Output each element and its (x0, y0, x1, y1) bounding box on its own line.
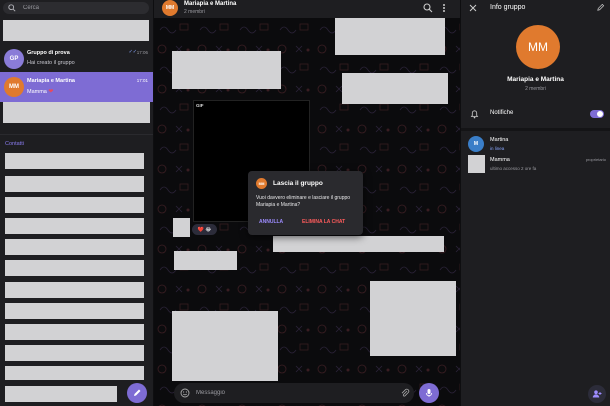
emoji-icon[interactable] (180, 388, 190, 398)
redacted-contact[interactable] (5, 324, 144, 340)
avatar: MM (256, 178, 267, 189)
search-icon (8, 4, 16, 12)
divider (0, 134, 153, 135)
avatar (468, 155, 485, 173)
member-role: proprietario (585, 157, 606, 162)
redacted-contact[interactable] (5, 303, 144, 319)
search-input[interactable] (23, 3, 143, 13)
close-icon[interactable] (469, 4, 477, 12)
member-item[interactable]: Mamma proprietario ultimo accesso 2 ore … (461, 154, 610, 174)
member-item[interactable]: M Martina in linea (461, 134, 610, 154)
chat-preview: Mamma ❤ (27, 88, 53, 95)
redacted-message[interactable] (370, 281, 456, 356)
redacted-message[interactable] (335, 16, 445, 55)
heart-emoji-icon: ❤ (48, 89, 54, 95)
dialog-message: Vuoi davvero eliminare e lasciare il gru… (256, 195, 351, 208)
chat-preview-text: Mamma (27, 89, 47, 95)
redacted-contact[interactable] (5, 386, 117, 402)
reaction-emojis: ❤️ 😂 (197, 226, 212, 233)
member-status: in linea (490, 146, 505, 151)
edit-pencil-icon[interactable] (596, 3, 605, 12)
member-name: Mamma (490, 157, 510, 163)
redacted-contact[interactable] (5, 366, 144, 380)
chat-header[interactable]: MM Mariapia e Martina 2 membri (154, 0, 460, 18)
message-input[interactable] (196, 387, 376, 399)
chat-list-sidebar: GP Gruppo di prova ✓✓ 17:06 Hai creato i… (0, 0, 153, 406)
redacted-contact[interactable] (5, 239, 144, 255)
member-name: Martina (490, 137, 509, 143)
avatar[interactable]: MM (162, 0, 178, 16)
avatar: GP (4, 49, 24, 69)
cancel-button[interactable]: ANNULLA (259, 219, 283, 225)
chat-name: Gruppo di prova (27, 50, 70, 56)
avatar: MM (4, 77, 24, 97)
redacted-message[interactable] (172, 311, 278, 381)
chat-title: Mariapia e Martina (184, 1, 237, 7)
info-topbar: Info gruppo (461, 0, 610, 16)
add-user-icon (592, 390, 602, 398)
chat-item-mariapia-e-martina[interactable]: MM Mariapia e Martina 17:01 Mamma ❤ (0, 72, 153, 102)
redacted-contact[interactable] (5, 153, 144, 169)
redacted-contact[interactable] (5, 345, 144, 361)
chat-name: Mariapia e Martina (27, 78, 75, 84)
voice-message-button[interactable] (419, 383, 439, 403)
notifications-row[interactable]: Notifiche (461, 104, 610, 124)
group-info-panel: Info gruppo MM Mariapia e Martina 2 memb… (461, 0, 610, 406)
redacted-message[interactable] (342, 73, 448, 104)
redacted-contact[interactable] (5, 218, 144, 234)
chat-item-gruppo-di-prova[interactable]: GP Gruppo di prova ✓✓ 17:06 Hai creato i… (0, 44, 153, 74)
notifications-label: Notifiche (490, 110, 514, 116)
redacted-message[interactable] (173, 218, 190, 237)
member-status: ultimo accesso 2 ore fa (490, 166, 537, 171)
contacts-section-label: Contatti (5, 141, 24, 147)
redacted-chat-item[interactable] (3, 102, 150, 123)
double-check-icon: ✓✓ (128, 49, 137, 55)
redacted-message[interactable] (174, 251, 237, 270)
group-avatar[interactable]: MM (516, 25, 560, 69)
redacted-message[interactable] (172, 51, 281, 89)
redacted-contact[interactable] (5, 282, 144, 298)
new-message-button[interactable] (127, 383, 147, 403)
microphone-icon (425, 389, 433, 397)
redacted-contact[interactable] (5, 197, 144, 213)
pencil-icon (134, 389, 141, 396)
gif-label: GIF (196, 103, 204, 108)
chat-time: 17:01 (136, 78, 148, 83)
divider (461, 128, 610, 131)
avatar: M (468, 136, 484, 152)
chat-time: 17:06 (136, 50, 148, 55)
search-icon[interactable] (423, 3, 433, 13)
delete-chat-button[interactable]: ELIMINA LA CHAT (302, 219, 345, 225)
members-count: 2 membri (525, 86, 546, 92)
redacted-message[interactable] (273, 236, 444, 252)
attach-icon[interactable] (400, 388, 410, 398)
more-vertical-icon[interactable] (439, 3, 449, 13)
redacted-contact[interactable] (5, 176, 144, 192)
redacted-chat-item[interactable] (3, 20, 149, 41)
message-reaction[interactable]: ❤️ 😂 (192, 224, 217, 235)
bell-icon (470, 110, 479, 119)
dialog-title: Lascia il gruppo (273, 180, 323, 187)
chat-preview: Hai creato il gruppo (27, 60, 75, 66)
notifications-toggle[interactable] (590, 110, 604, 118)
redacted-contact[interactable] (5, 260, 144, 276)
search-bar[interactable] (3, 2, 149, 14)
leave-group-dialog: MM Lascia il gruppo Vuoi davvero elimina… (248, 171, 363, 235)
group-name: Mariapia e Martina (507, 76, 564, 83)
message-composer[interactable] (174, 383, 414, 403)
chat-subtitle: 2 membri (184, 9, 205, 15)
add-member-button[interactable] (588, 385, 606, 403)
panel-title: Info gruppo (490, 4, 526, 11)
